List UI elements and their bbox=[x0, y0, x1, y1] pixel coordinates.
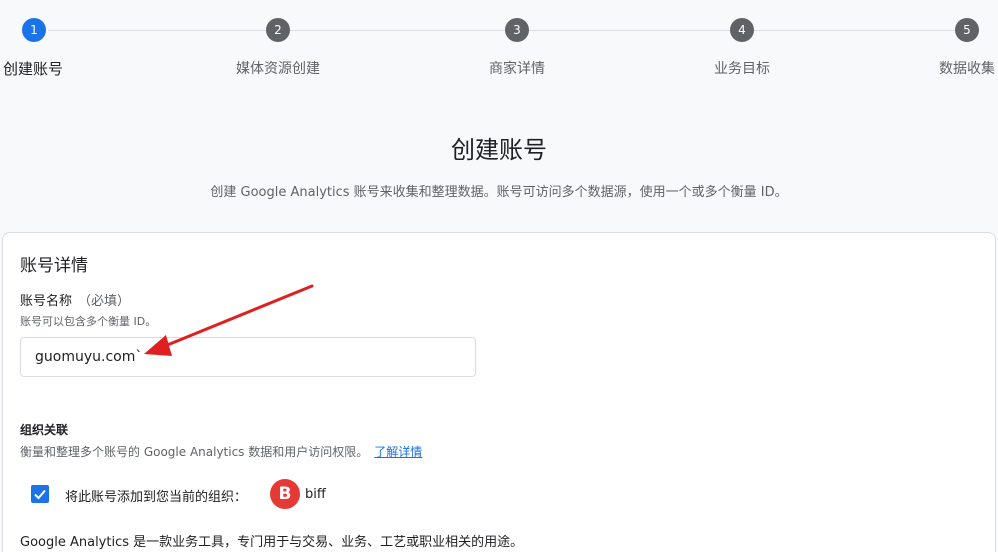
account-name-label-text: 账号名称 bbox=[20, 294, 73, 309]
step-connector bbox=[529, 30, 730, 31]
step-1-label: 创建账号 bbox=[3, 60, 64, 78]
account-details-card: 账号详情 账号名称 （必填） 账号可以包含多个衡量 ID。 组织关联 衡量和整理多… bbox=[2, 232, 996, 552]
account-name-hint: 账号可以包含多个衡量 ID。 bbox=[20, 315, 157, 328]
progress-stepper: 1 2 3 4 5 创建账号 媒体资源创建 商家详情 业务目标 数据收集 bbox=[0, 0, 998, 100]
step-connector bbox=[290, 30, 505, 31]
step-connector bbox=[48, 30, 266, 31]
step-4-label: 业务目标 bbox=[714, 61, 770, 77]
org-name: biff bbox=[305, 487, 326, 502]
step-5-indicator[interactable]: 5 bbox=[955, 18, 979, 42]
step-1-indicator[interactable]: 1 bbox=[22, 18, 46, 42]
step-3-label: 商家详情 bbox=[489, 61, 545, 77]
add-to-org-checkbox[interactable] bbox=[31, 485, 49, 503]
step-5-label: 数据收集 bbox=[939, 61, 995, 77]
add-to-org-label[interactable]: 将此账号添加到您当前的组织： bbox=[65, 486, 247, 505]
org-description-text: 衡量和整理多个账号的 Google Analytics 数据和用户访问权限。 bbox=[20, 445, 369, 459]
org-avatar: B bbox=[270, 479, 300, 509]
step-2-indicator[interactable]: 2 bbox=[266, 18, 290, 42]
account-name-label: 账号名称 （必填） bbox=[20, 290, 130, 309]
checkmark-icon bbox=[34, 489, 46, 500]
org-section-title: 组织关联 bbox=[20, 423, 69, 437]
page-title: 创建账号 bbox=[451, 136, 547, 164]
account-name-input[interactable] bbox=[20, 337, 476, 377]
section-title: 账号详情 bbox=[20, 256, 88, 276]
learn-more-link[interactable]: 了解详情 bbox=[374, 445, 422, 459]
step-connector bbox=[754, 30, 955, 31]
required-note: （必填） bbox=[78, 294, 131, 309]
org-description: 衡量和整理多个账号的 Google Analytics 数据和用户访问权限。 了解… bbox=[20, 443, 422, 460]
step-3-indicator[interactable]: 3 bbox=[505, 18, 529, 42]
step-2-label: 媒体资源创建 bbox=[236, 61, 320, 77]
page-subtitle: 创建 Google Analytics 账号来收集和整理数据。账号可访问多个数据… bbox=[210, 185, 788, 200]
usage-notice: Google Analytics 是一款业务工具，专门用于与交易、业务、工艺或职… bbox=[20, 535, 524, 550]
step-4-indicator[interactable]: 4 bbox=[730, 18, 754, 42]
